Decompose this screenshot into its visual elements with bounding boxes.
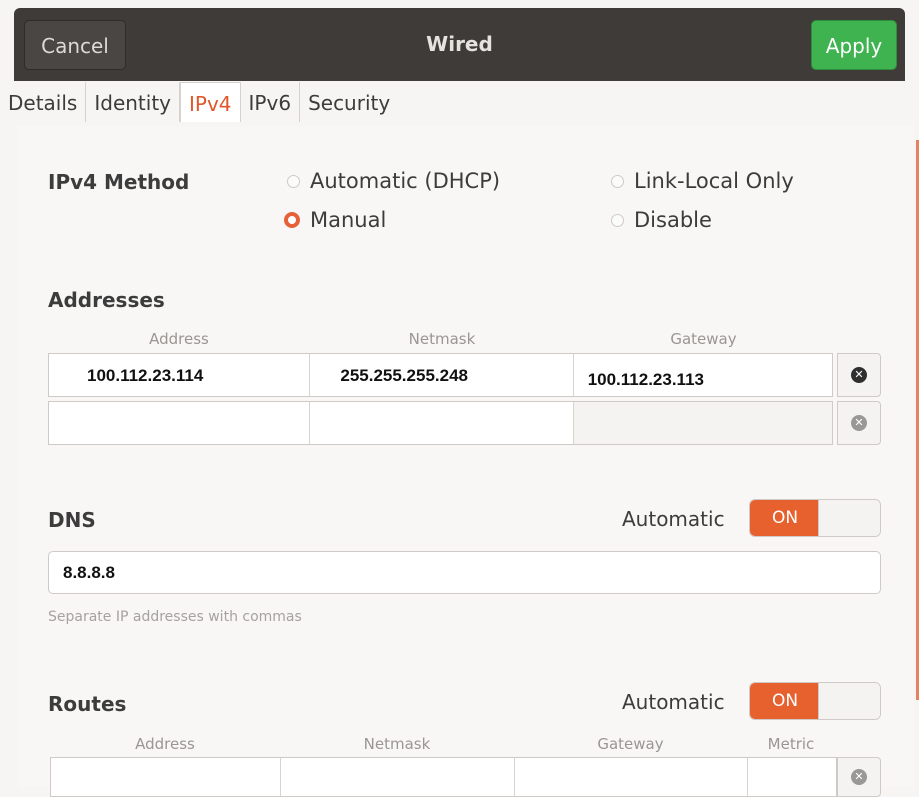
tab-details[interactable]: Details <box>0 82 87 122</box>
table-row <box>48 401 833 445</box>
route-address-field[interactable] <box>51 758 281 796</box>
switch-on-label: ON <box>750 683 820 719</box>
gateway-field[interactable]: 100.112.23.113 <box>574 354 832 396</box>
table-row: 100.112.23.114 255.255.255.248 100.112.2… <box>48 353 833 397</box>
route-metric-field[interactable] <box>748 758 836 796</box>
tab-ipv6[interactable]: IPv6 <box>241 82 301 122</box>
column-header-gateway: Gateway <box>670 330 737 348</box>
route-netmask-field[interactable] <box>281 758 515 796</box>
header-bar: Cancel Wired Apply <box>14 8 905 81</box>
radio-automatic-dhcp[interactable]: Automatic (DHCP) <box>287 169 500 193</box>
switch-on-label: ON <box>750 500 820 536</box>
close-circle-icon: ✕ <box>851 415 867 431</box>
close-circle-icon: ✕ <box>851 769 867 785</box>
netmask-field[interactable]: 255.255.255.248 <box>310 354 574 396</box>
switch-knob <box>818 683 880 719</box>
dns-label: DNS <box>48 508 96 532</box>
routes-label: Routes <box>48 692 127 716</box>
radio-circle-icon <box>287 174 300 188</box>
dns-automatic-label: Automatic <box>622 507 725 531</box>
dns-hint: Separate IP addresses with commas <box>48 609 302 625</box>
column-header-netmask: Netmask <box>408 330 476 348</box>
window-title: Wired <box>426 32 493 56</box>
route-gateway-field[interactable] <box>515 758 748 796</box>
switch-knob <box>818 500 880 536</box>
radio-selected-icon <box>284 212 300 228</box>
radio-label: Disable <box>634 208 712 232</box>
tab-ipv4[interactable]: IPv4 <box>180 82 241 122</box>
close-circle-icon: ✕ <box>851 367 867 383</box>
remove-route-button[interactable]: ✕ <box>837 757 881 797</box>
netmask-field[interactable] <box>310 402 574 444</box>
cancel-button[interactable]: Cancel <box>24 20 126 70</box>
remove-address-button[interactable]: ✕ <box>837 401 881 445</box>
gateway-field[interactable] <box>573 402 832 444</box>
apply-button[interactable]: Apply <box>811 20 897 70</box>
routes-automatic-label: Automatic <box>622 690 725 714</box>
radio-circle-icon <box>611 174 624 188</box>
column-header-metric: Metric <box>767 735 815 753</box>
radio-manual[interactable]: Manual <box>284 208 386 232</box>
dns-input[interactable]: 8.8.8.8 <box>48 551 881 594</box>
ipv4-method-label: IPv4 Method <box>48 170 190 194</box>
tab-security[interactable]: Security <box>300 82 398 122</box>
column-header-netmask: Netmask <box>363 735 431 753</box>
column-header-gateway: Gateway <box>597 735 664 753</box>
dns-automatic-switch[interactable]: ON <box>749 499 881 537</box>
tab-identity[interactable]: Identity <box>86 82 180 122</box>
radio-disable[interactable]: Disable <box>611 208 712 232</box>
radio-label: Manual <box>310 208 387 232</box>
routes-automatic-switch[interactable]: ON <box>749 682 881 720</box>
column-header-address: Address <box>149 330 209 348</box>
column-header-address: Address <box>135 735 195 753</box>
addresses-label: Addresses <box>48 288 165 312</box>
radio-label: Link-Local Only <box>634 169 794 193</box>
radio-link-local-only[interactable]: Link-Local Only <box>611 169 794 193</box>
address-field[interactable] <box>49 402 311 444</box>
radio-label: Automatic (DHCP) <box>310 169 501 193</box>
table-row <box>50 757 837 797</box>
address-field[interactable]: 100.112.23.114 <box>49 354 311 396</box>
radio-circle-icon <box>611 213 624 227</box>
tab-bar: Details Identity IPv4 IPv6 Security <box>0 82 398 126</box>
remove-address-button[interactable]: ✕ <box>837 353 881 397</box>
